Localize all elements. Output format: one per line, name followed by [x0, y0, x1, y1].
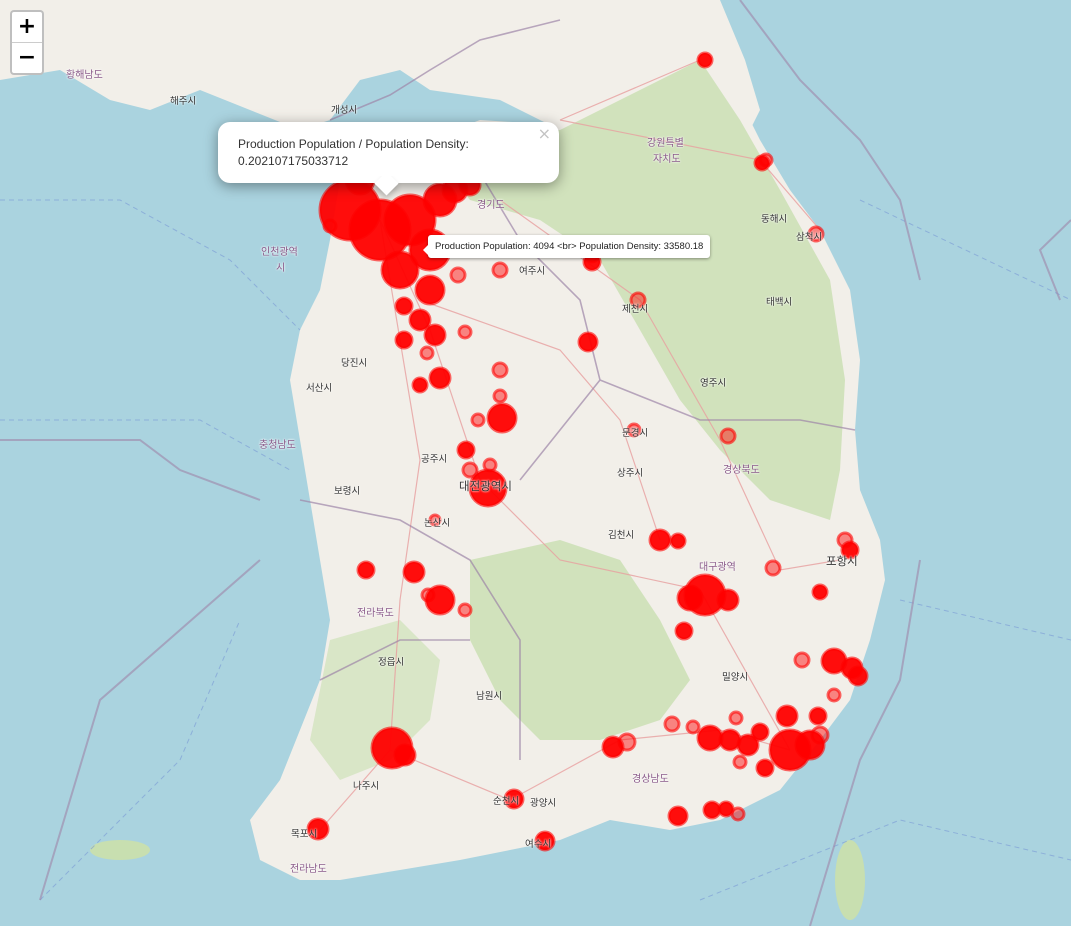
circle-marker[interactable]: [457, 602, 473, 618]
circle-marker[interactable]: [750, 722, 770, 742]
place-label-seosan: 서산시: [306, 383, 333, 394]
place-label-gyeongbuk: 경상북도: [723, 465, 760, 476]
circle-marker[interactable]: [423, 323, 447, 347]
place-label-jeonbuk: 전라북도: [357, 608, 394, 619]
place-label-hwanghae: 황해남도: [66, 70, 103, 81]
circle-marker[interactable]: [577, 331, 599, 353]
place-label-gangwon: 강원특별: [647, 138, 684, 149]
zoom-out-button[interactable]: −: [12, 42, 42, 73]
place-label-incheon2: 시: [276, 263, 286, 274]
circle-marker[interactable]: [696, 51, 714, 69]
close-icon[interactable]: ×: [538, 124, 551, 143]
place-label-sangju: 상주시: [617, 468, 644, 479]
zoom-control: + −: [10, 10, 44, 75]
circle-marker[interactable]: [402, 560, 426, 584]
zoom-in-button[interactable]: +: [12, 12, 42, 42]
popup-content: Production Population / Population Densi…: [238, 136, 469, 170]
circle-marker[interactable]: [732, 754, 748, 770]
popup-title: Production Population / Population Densi…: [238, 137, 469, 151]
circle-marker[interactable]: [676, 584, 704, 612]
place-label-haeju: 해주시: [170, 96, 197, 107]
place-label-dangjin: 당진시: [341, 358, 368, 369]
circle-marker[interactable]: [764, 559, 782, 577]
circle-marker[interactable]: [393, 743, 417, 767]
circle-marker[interactable]: [755, 758, 775, 778]
circle-marker[interactable]: [758, 152, 774, 168]
circle-marker[interactable]: [730, 806, 746, 822]
place-label-jecheon: 제천시: [622, 304, 649, 315]
place-label-pohang: 포항시: [826, 554, 858, 568]
island-jeju-like: [90, 840, 150, 860]
marker-tooltip: Production Population: 4094 <br> Populat…: [422, 235, 711, 258]
circle-marker[interactable]: [411, 376, 429, 394]
place-label-taebaek: 태백시: [766, 297, 793, 308]
circle-marker[interactable]: [669, 532, 687, 550]
place-label-namwon: 남원시: [476, 691, 503, 702]
circle-marker[interactable]: [826, 687, 842, 703]
circle-marker[interactable]: [728, 710, 744, 726]
circle-marker[interactable]: [419, 345, 435, 361]
circle-marker[interactable]: [617, 732, 637, 752]
place-label-naju: 나주시: [353, 781, 380, 792]
place-label-donghae: 동해시: [761, 214, 788, 225]
circle-marker[interactable]: [810, 725, 830, 745]
place-label-yeosu: 여수시: [525, 839, 552, 850]
place-label-daejeon: 대전광역시: [459, 479, 512, 493]
circle-marker[interactable]: [648, 528, 672, 552]
place-label-daegu: 대구광역: [699, 562, 736, 573]
place-label-gimcheon: 김천시: [608, 530, 635, 541]
circle-marker[interactable]: [663, 715, 681, 733]
place-label-jeonnam: 전라남도: [290, 864, 327, 875]
circle-marker[interactable]: [775, 704, 799, 728]
circle-marker[interactable]: [847, 665, 869, 687]
place-label-suncheon: 순천시: [493, 796, 520, 807]
circle-marker[interactable]: [356, 560, 376, 580]
circle-marker[interactable]: [716, 588, 740, 612]
circle-marker[interactable]: [394, 296, 414, 316]
circle-marker[interactable]: [461, 461, 479, 479]
place-label-gaeseong: 개성시: [331, 105, 358, 116]
place-label-gangwon2: 자치도: [653, 154, 681, 165]
circle-marker[interactable]: [414, 274, 446, 306]
circle-marker[interactable]: [420, 587, 436, 603]
circle-marker[interactable]: [380, 250, 420, 290]
place-label-gyeongnam: 경상남도: [632, 774, 669, 785]
place-label-gyeonggi: 경기도: [477, 200, 505, 211]
circle-marker[interactable]: [428, 366, 452, 390]
place-label-incheon: 인천광역: [261, 247, 298, 258]
place-label-samcheok: 삼척시: [796, 232, 823, 243]
place-label-gwangyang: 광양시: [530, 798, 557, 809]
circle-marker[interactable]: [457, 324, 473, 340]
circle-marker[interactable]: [719, 427, 737, 445]
marker-popup: Production Population / Population Densi…: [218, 122, 559, 196]
place-label-nonsan: 논산시: [424, 518, 451, 529]
place-label-miryang: 밀양시: [722, 672, 749, 683]
popup-value: 0.202107175033712: [238, 154, 349, 168]
place-label-mokpo: 목포시: [291, 829, 318, 840]
circle-marker[interactable]: [491, 361, 509, 379]
circle-marker[interactable]: [322, 218, 338, 234]
circle-marker[interactable]: [456, 440, 476, 460]
circle-marker[interactable]: [685, 719, 701, 735]
place-label-yeoju: 여주시: [519, 266, 546, 277]
circle-marker[interactable]: [696, 724, 724, 752]
circle-marker[interactable]: [811, 583, 829, 601]
place-label-jeongeup: 정읍시: [378, 657, 405, 668]
circle-marker[interactable]: [394, 330, 414, 350]
island-east: [835, 840, 865, 920]
circle-marker[interactable]: [793, 651, 811, 669]
place-label-mungyeong: 문경시: [622, 428, 649, 439]
circle-marker[interactable]: [674, 621, 694, 641]
circle-marker[interactable]: [808, 706, 828, 726]
circle-marker[interactable]: [449, 266, 467, 284]
circle-marker[interactable]: [492, 388, 508, 404]
circle-marker[interactable]: [486, 402, 518, 434]
place-label-gongju: 공주시: [421, 454, 448, 465]
circle-marker[interactable]: [470, 412, 486, 428]
place-label-boryeong: 보령시: [334, 486, 361, 497]
place-label-yeongju: 영주시: [700, 378, 727, 389]
circle-marker[interactable]: [491, 261, 509, 279]
place-label-chungnam: 충청남도: [259, 440, 296, 451]
circle-marker[interactable]: [667, 805, 689, 827]
